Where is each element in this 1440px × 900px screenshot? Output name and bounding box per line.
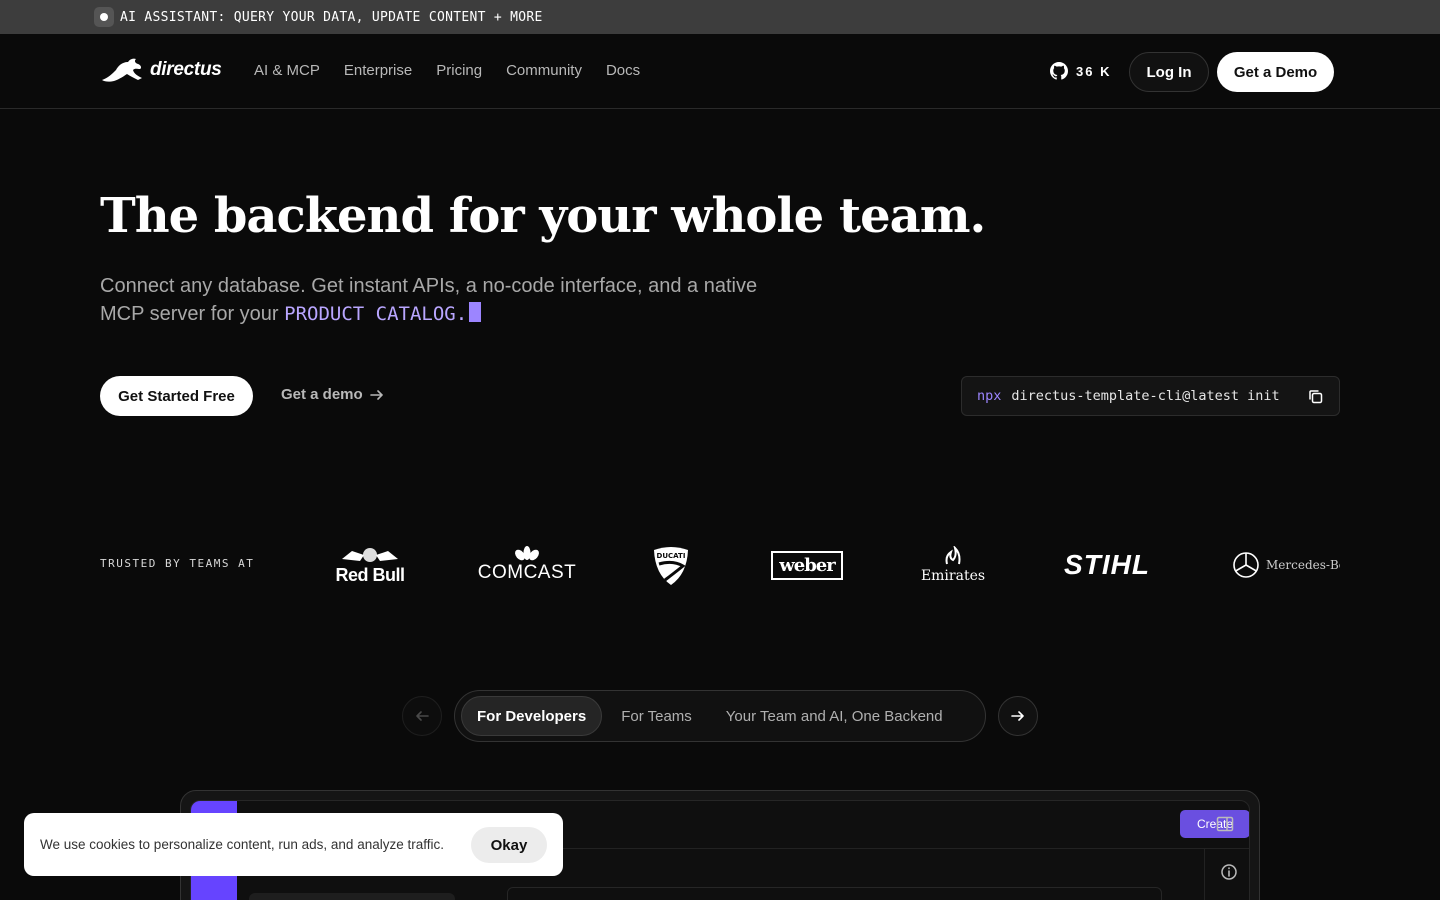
get-demo-link[interactable]: Get a demo	[281, 386, 385, 403]
arabic-mark-icon	[945, 546, 961, 565]
brand-logos-strip: Red Bull COMCAST DUCATI weber Emirates S…	[300, 535, 1340, 595]
typing-cursor	[469, 302, 482, 322]
tabs-next-button[interactable]	[998, 696, 1038, 736]
audience-tabs: For Developers For Teams Your Team and A…	[402, 690, 1038, 742]
announcement-bar[interactable]: AI ASSISTANT: QUERY YOUR DATA, UPDATE CO…	[0, 0, 1440, 34]
arrow-right-icon	[1011, 711, 1024, 721]
logo-emirates: Emirates	[918, 535, 988, 595]
logo-comcast-text: COMCAST	[477, 562, 577, 583]
logo-redbull-text: Red Bull	[335, 564, 405, 585]
cookie-banner: We use cookies to personalize content, r…	[24, 813, 563, 876]
logo-comcast: COMCAST	[477, 535, 577, 595]
trusted-label: TRUSTED BY TEAMS AT	[100, 557, 255, 570]
nav-links: AI & MCP Enterprise Pricing Community Do…	[254, 62, 640, 79]
logo-mercedes: Mercedes-Benz	[1232, 535, 1340, 595]
arrow-right-icon	[369, 389, 383, 400]
cookie-message: We use cookies to personalize content, r…	[40, 837, 444, 852]
app-content-card	[507, 887, 1162, 900]
nav-link-docs[interactable]: Docs	[606, 62, 640, 79]
mercedes-star-icon	[1233, 552, 1259, 578]
hero-title: The backend for your whole team.	[100, 188, 986, 244]
logo-weber-text: weber	[771, 550, 843, 580]
tab-team-and-ai[interactable]: Your Team and AI, One Backend	[711, 696, 958, 736]
github-icon	[1050, 62, 1068, 80]
tab-for-teams[interactable]: For Teams	[606, 696, 707, 736]
nav-link-ai-mcp[interactable]: AI & MCP	[254, 62, 320, 79]
login-button[interactable]: Log In	[1129, 52, 1209, 92]
info-icon[interactable]	[1220, 863, 1238, 881]
tab-bar: For Developers For Teams Your Team and A…	[454, 690, 986, 742]
logo-redbull: Red Bull	[332, 535, 408, 595]
sidebar-toggle-icon[interactable]	[1216, 815, 1234, 833]
cookie-okay-button[interactable]: Okay	[471, 827, 547, 863]
tab-for-developers[interactable]: For Developers	[461, 696, 603, 736]
copy-icon[interactable]	[1307, 388, 1325, 406]
logo-stihl: STIHL	[1060, 535, 1154, 595]
status-dot-icon	[94, 7, 114, 27]
top-nav: directus AI & MCP Enterprise Pricing Com…	[0, 34, 1440, 109]
cli-command-text: directus-template-cli@latest init	[1011, 388, 1280, 404]
announcement-text: AI ASSISTANT: QUERY YOUR DATA, UPDATE CO…	[120, 9, 543, 25]
cli-command-prefix: npx	[977, 388, 1002, 404]
nav-link-enterprise[interactable]: Enterprise	[344, 62, 412, 79]
rabbit-logo-icon	[102, 58, 142, 82]
peacock-icon	[515, 546, 539, 561]
bulls-icon	[342, 547, 398, 562]
github-stars-count: 36 K	[1076, 63, 1112, 79]
hero-highlight: PRODUCT CATALOG.	[284, 303, 468, 325]
app-nav-item	[249, 893, 455, 900]
ducati-shield-icon: DUCATI	[654, 547, 688, 585]
logo-mercedes-text: Mercedes-Benz	[1266, 558, 1340, 572]
cli-command-box[interactable]: npx directus-template-cli@latest init	[961, 376, 1340, 416]
github-stars-link[interactable]: 36 K	[1050, 62, 1111, 80]
nav-link-community[interactable]: Community	[506, 62, 582, 79]
logo-ducati: DUCATI	[650, 535, 692, 595]
get-demo-link-label: Get a demo	[281, 386, 363, 403]
svg-text:DUCATI: DUCATI	[657, 552, 686, 560]
logo-stihl-text: STIHL	[1064, 549, 1150, 580]
logo-weber: weber	[770, 535, 844, 595]
get-demo-button[interactable]: Get a Demo	[1217, 52, 1334, 92]
arrow-left-icon	[416, 711, 429, 721]
nav-link-pricing[interactable]: Pricing	[436, 62, 482, 79]
app-right-rail	[1204, 849, 1249, 900]
get-started-button[interactable]: Get Started Free	[100, 376, 253, 416]
hero-subtitle: Connect any database. Get instant APIs, …	[100, 272, 800, 328]
brand-wordmark: directus	[150, 59, 222, 80]
brand-logo[interactable]: directus	[100, 56, 222, 84]
create-button[interactable]: Create	[1180, 810, 1249, 838]
tabs-prev-button[interactable]	[402, 696, 442, 736]
logo-emirates-text: Emirates	[920, 568, 986, 584]
